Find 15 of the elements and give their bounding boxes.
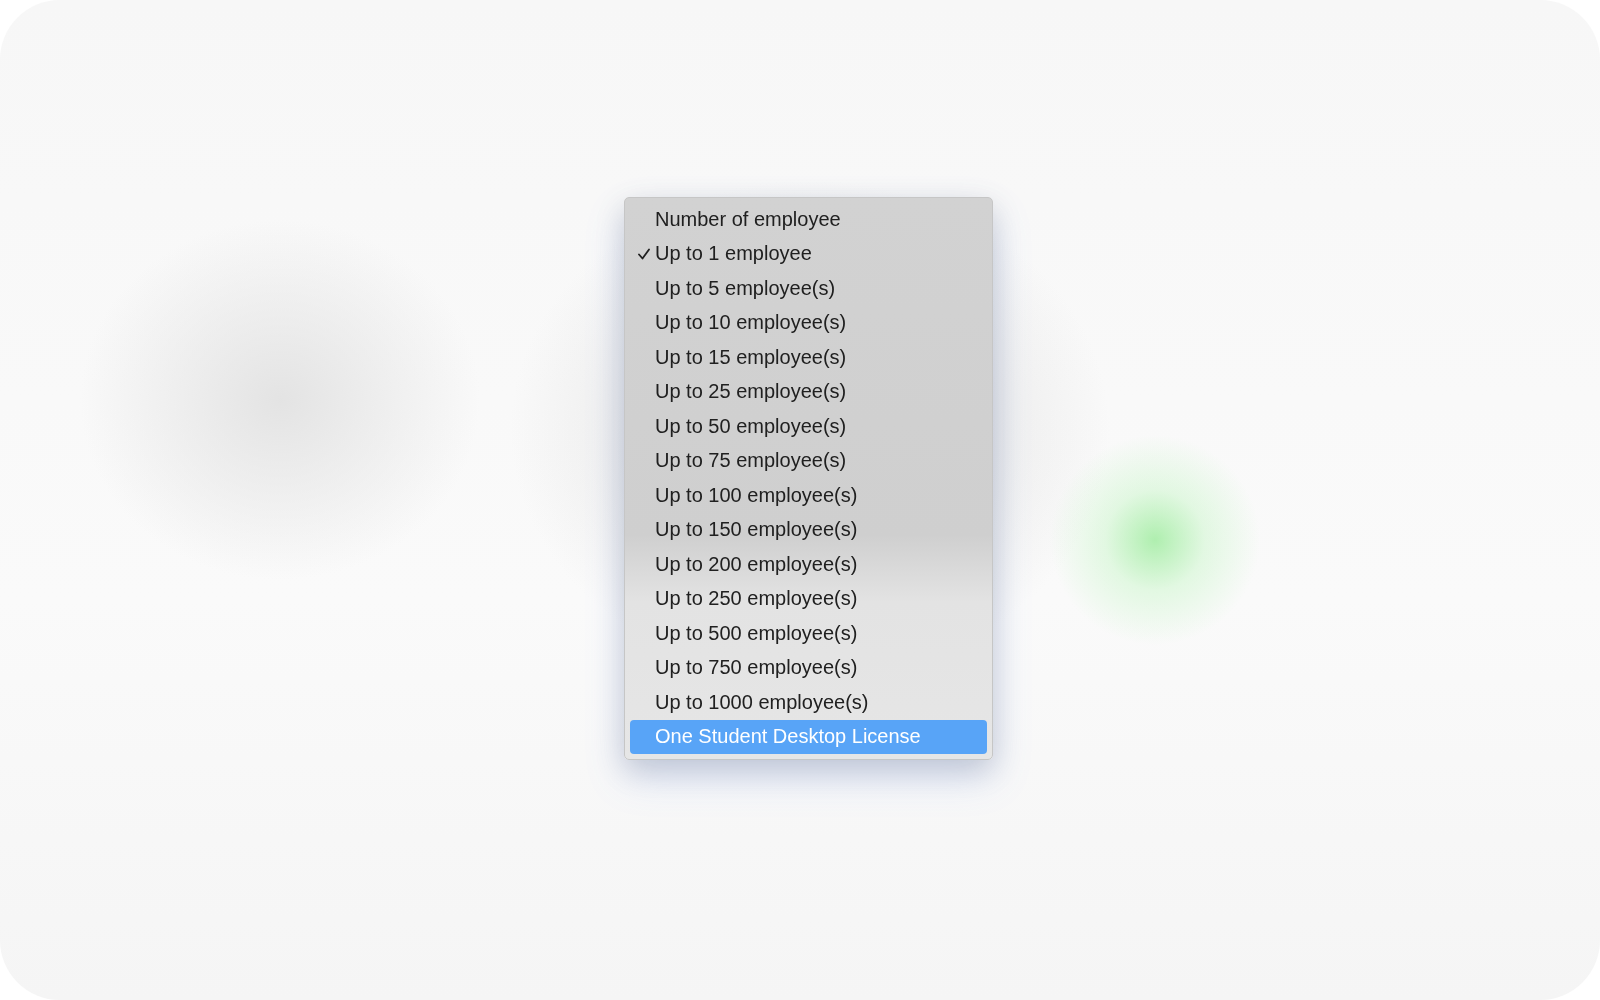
menu-item[interactable]: Up to 500 employee(s) xyxy=(630,616,987,651)
menu-item[interactable]: Up to 100 employee(s) xyxy=(630,478,987,513)
menu-item[interactable]: Up to 25 employee(s) xyxy=(630,374,987,409)
menu-item[interactable]: Up to 75 employee(s) xyxy=(630,443,987,478)
menu-item[interactable]: Up to 250 employee(s) xyxy=(630,581,987,616)
menu-item[interactable]: Number of employee xyxy=(630,202,987,237)
menu-item[interactable]: Up to 10 employee(s) xyxy=(630,305,987,340)
menu-item[interactable]: Up to 1 employee xyxy=(630,236,987,271)
menu-item[interactable]: Up to 50 employee(s) xyxy=(630,409,987,444)
menu-item[interactable]: Up to 15 employee(s) xyxy=(630,340,987,375)
menu-item[interactable]: Up to 150 employee(s) xyxy=(630,512,987,547)
menu-item[interactable]: Up to 200 employee(s) xyxy=(630,547,987,582)
menu-item[interactable]: Up to 5 employee(s) xyxy=(630,271,987,306)
menu-item[interactable]: Up to 1000 employee(s) xyxy=(630,685,987,720)
menu-item[interactable]: Up to 750 employee(s) xyxy=(630,650,987,685)
